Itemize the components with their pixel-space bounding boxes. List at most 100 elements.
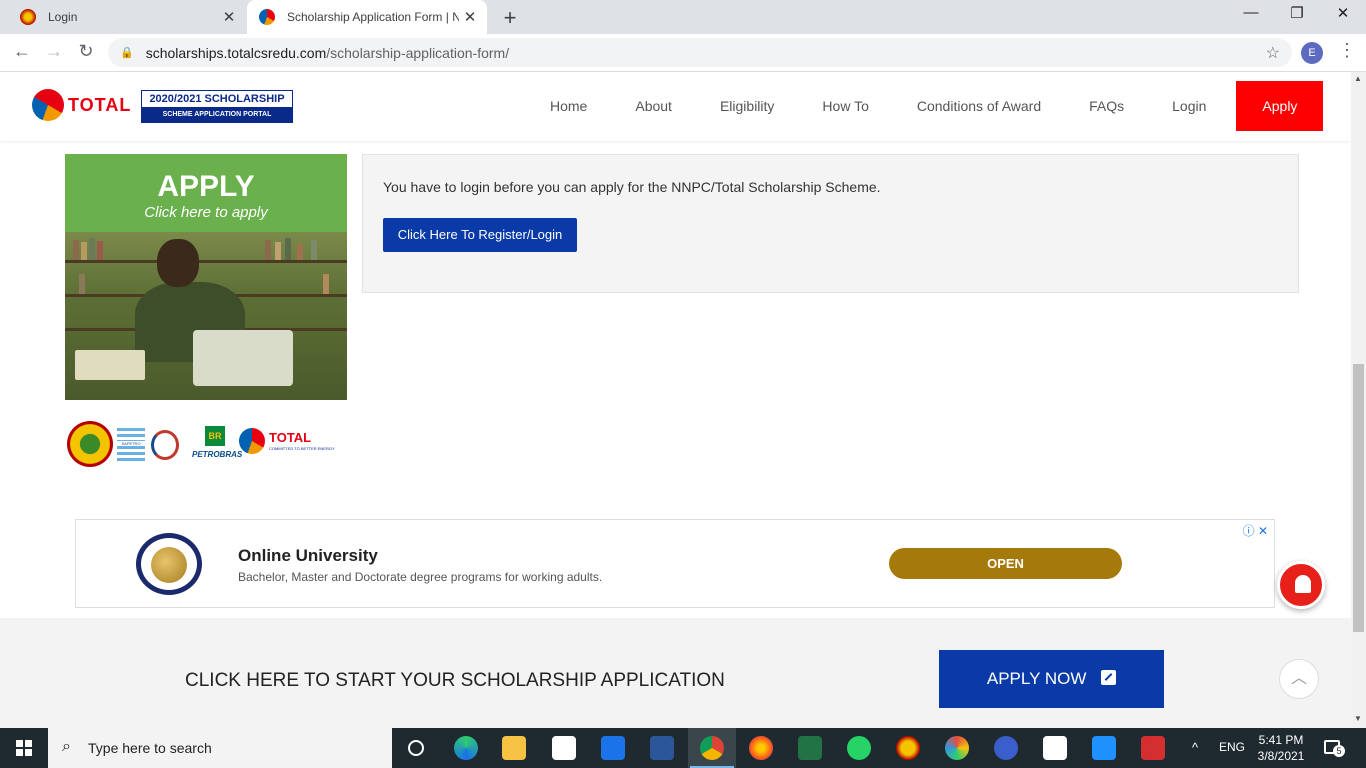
site-header: TOTAL 2020/2021 SCHOLARSHIP SCHEME APPLI… [0,72,1351,141]
malwarebytes-icon[interactable] [982,728,1030,768]
chevron-up-icon: ︿ [1290,670,1307,687]
photo-app-icon[interactable] [1031,728,1079,768]
whatsapp-icon[interactable] [835,728,883,768]
badge-bottom-text: SCHEME APPLICATION PORTAL [142,107,292,122]
person-head [157,239,199,287]
ad-choices-close[interactable]: ⓘ ✕ [1243,522,1268,539]
minimize-icon[interactable]: — [1228,4,1274,21]
login-notice-message: You have to login before you can apply f… [383,179,881,195]
bookmark-star-icon[interactable]: ☆ [1266,43,1280,63]
apply-now-button[interactable]: APPLY NOW [939,650,1164,708]
desk-books [75,350,145,380]
store-icon[interactable] [540,728,588,768]
chrome-icon[interactable] [688,728,736,768]
edit-icon [1101,670,1117,685]
ad-headline[interactable]: Online University [238,546,378,566]
browser-tab-strip: Login ✕ Scholarship Application Form | N… [0,0,1366,34]
university-seal-icon [136,533,202,595]
scroll-to-top-button[interactable]: ︿ [1279,659,1319,699]
tab-title: Login [48,10,78,24]
adchoices-info-icon[interactable]: ⓘ [1243,524,1255,538]
search-placeholder: Type here to search [88,740,212,756]
login-notice-panel: You have to login before you can apply f… [362,154,1299,293]
start-button[interactable] [0,728,48,768]
tab-scholarship-form[interactable]: Scholarship Application Form | N ✕ [247,0,487,34]
cta-text: CLICK HERE TO START YOUR SCHOLARSHIP APP… [185,670,725,691]
restore-icon[interactable]: ❐ [1274,4,1320,22]
total-logo[interactable]: TOTAL [32,89,131,121]
ad-banner[interactable]: Online University Bachelor, Master and D… [75,519,1275,608]
petrobras-br-icon: BR [205,426,225,446]
new-tab-icon[interactable]: + [498,5,522,31]
nav-about[interactable]: About [611,81,696,131]
forward-icon[interactable]: → [42,41,66,62]
address-bar[interactable]: 🔒 scholarships.totalcsredu.com /scholars… [108,38,1292,67]
url-path: /scholarship-application-form/ [326,44,510,61]
file-explorer-icon[interactable] [490,728,538,768]
banner-title: APPLY [157,170,255,203]
close-tab-icon[interactable]: ✕ [459,8,481,26]
nnpc-favicon-icon [20,9,36,25]
scroll-up-icon[interactable]: ▲ [1354,74,1362,83]
laptop [193,330,293,386]
presentation-icon[interactable] [1129,728,1177,768]
reload-icon[interactable]: ↻ [74,41,98,62]
firefox-icon[interactable] [737,728,785,768]
wps-writer-icon[interactable] [1080,728,1128,768]
ad-close-icon[interactable]: ✕ [1258,524,1268,538]
petrobras-logo: BR PETROBRAS [192,426,242,462]
url-host: scholarships.totalcsredu.com [145,44,327,61]
sapetro-logo-icon: SAPETRO [117,428,145,462]
ad-open-button[interactable]: OPEN [889,548,1122,579]
nav-faqs[interactable]: FAQs [1065,81,1148,131]
scrollbar-thumb[interactable] [1353,364,1364,632]
action-center-icon[interactable]: 5 [1324,738,1345,757]
profile-avatar[interactable]: E [1301,42,1323,64]
total-sponsor-logo-icon [239,428,265,454]
clock-time: 5:41 PM [1258,733,1304,747]
nav-home[interactable]: Home [526,81,611,131]
mail-icon[interactable] [589,728,637,768]
edge-icon[interactable] [442,728,490,768]
close-tab-icon[interactable]: ✕ [218,8,240,26]
paint-icon[interactable] [933,728,981,768]
browser-menu-icon[interactable]: ⋮ [1338,40,1356,61]
task-view-icon[interactable] [392,728,440,768]
word-icon[interactable] [638,728,686,768]
apply-now-label: APPLY NOW [986,669,1087,688]
notification-count: 5 [1333,745,1345,757]
window-close-icon[interactable]: ✕ [1320,4,1366,22]
search-icon: ⌕ [62,738,71,755]
nav-apply-button[interactable]: Apply [1236,81,1324,131]
tab-login[interactable]: Login ✕ [8,0,246,34]
total-logo-icon [32,89,64,121]
portal-badge: 2020/2021 SCHOLARSHIP SCHEME APPLICATION… [141,90,293,123]
tab-title: Scholarship Application Form | N [287,10,459,24]
browser-toolbar: ← → ↻ 🔒 scholarships.totalcsredu.com /sc… [0,34,1366,72]
back-icon[interactable]: ← [10,41,34,62]
lock-icon: 🔒 [120,47,134,59]
apply-banner[interactable]: APPLY Click here to apply [65,154,347,400]
tray-chevron-icon[interactable]: ^ [1192,740,1198,768]
register-login-button[interactable]: Click Here To Register/Login [383,218,577,252]
nav-how-to[interactable]: How To [798,81,892,131]
language-indicator[interactable]: ENG [1219,740,1245,768]
bell-icon [1295,575,1311,593]
notification-bell-button[interactable] [1277,561,1325,609]
sponsor-logos: SAPETRO BR PETROBRAS TOTAL COMMITTED TO … [65,420,350,468]
nnpc-logo-icon [67,421,113,467]
system-clock[interactable]: 5:41 PM 3/8/2021 [1252,732,1310,764]
cta-section: CLICK HERE TO START YOUR SCHOLARSHIP APP… [0,618,1351,728]
nav-eligibility[interactable]: Eligibility [696,81,798,131]
taskbar-search[interactable]: ⌕ Type here to search [48,728,392,768]
total-favicon-icon [259,9,275,25]
nnpc-app-icon[interactable] [884,728,932,768]
nav-login[interactable]: Login [1148,81,1230,131]
banner-subtitle: Click here to apply [144,204,268,221]
excel-icon[interactable] [786,728,834,768]
windows-logo-icon [16,740,32,756]
scroll-down-icon[interactable]: ▼ [1354,714,1362,723]
nav-conditions-of-award[interactable]: Conditions of Award [893,81,1065,131]
main-nav: Home About Eligibility How To Conditions… [526,81,1324,131]
page-scrollbar[interactable]: ▲ ▼ [1351,72,1366,728]
